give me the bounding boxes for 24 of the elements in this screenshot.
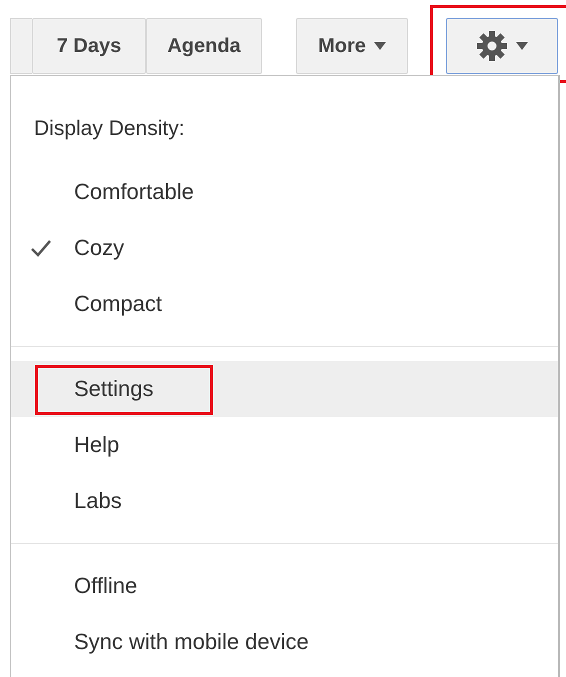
view-button[interactable]: 7 Days xyxy=(32,18,146,74)
menu-item[interactable]: Sync with mobile device xyxy=(11,614,558,670)
caret-icon xyxy=(516,42,528,50)
menu-item[interactable]: Settings xyxy=(11,361,558,417)
settings-icon xyxy=(476,30,508,62)
menu-item-label: Compact xyxy=(74,291,162,317)
menu-item[interactable]: Cozy xyxy=(11,220,558,276)
menu-item[interactable]: Offline xyxy=(11,558,558,614)
menu-item[interactable]: Help xyxy=(11,417,558,473)
more-button[interactable]: More xyxy=(296,18,408,74)
view-button[interactable]: Agenda xyxy=(146,18,262,74)
menu-item-label: Settings xyxy=(74,376,154,402)
menu-item[interactable]: Comfortable xyxy=(11,164,558,220)
menu-item-label: Labs xyxy=(74,488,122,514)
menu-item-label: Help xyxy=(74,432,120,458)
caret-icon xyxy=(374,42,386,50)
settings-button[interactable] xyxy=(446,18,558,74)
menu-item-label: Sync with mobile device xyxy=(74,629,309,655)
menu-item[interactable]: Labs xyxy=(11,473,558,529)
menu-item[interactable]: Compact xyxy=(11,276,558,332)
menu-item-label: Comfortable xyxy=(74,179,194,205)
menu-item-label: Cozy xyxy=(74,235,124,261)
menu-item-label: Offline xyxy=(74,573,138,599)
menu-heading: Display Density: xyxy=(34,117,185,141)
